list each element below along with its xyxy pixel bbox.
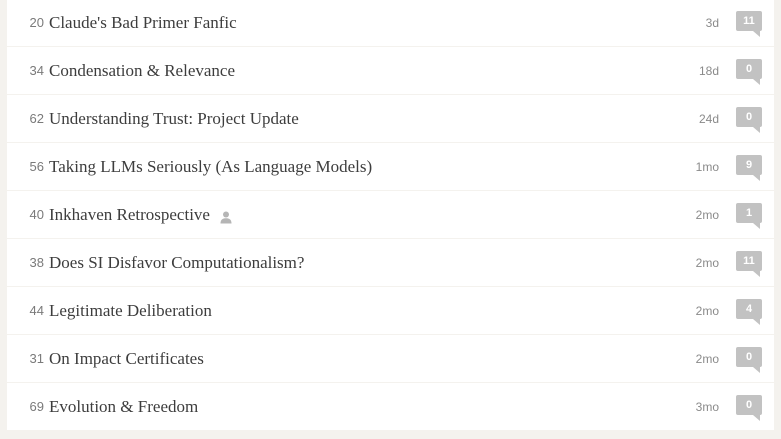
- post-title-text[interactable]: Evolution & Freedom: [49, 397, 198, 417]
- comment-bubble-icon: [753, 367, 760, 373]
- comment-count[interactable]: 11: [736, 11, 762, 31]
- comment-bubble-icon: [753, 31, 760, 37]
- comment-count[interactable]: 0: [736, 347, 762, 367]
- post-title-link[interactable]: Legitimate Deliberation: [49, 301, 212, 321]
- comment-count-button[interactable]: 1: [736, 203, 762, 229]
- post-title-text[interactable]: Taking LLMs Seriously (As Language Model…: [49, 157, 372, 177]
- post-title-text[interactable]: Understanding Trust: Project Update: [49, 109, 299, 129]
- post-list: 20 Claude's Bad Primer Fanfic 3d 11 34 C…: [7, 0, 774, 431]
- comment-count-button[interactable]: 0: [736, 107, 762, 133]
- comment-count[interactable]: 11: [736, 251, 762, 271]
- comment-count-button[interactable]: 0: [736, 347, 762, 373]
- karma-score: 56: [29, 159, 44, 174]
- person-icon: [220, 209, 232, 224]
- post-title-text[interactable]: Condensation & Relevance: [49, 61, 235, 81]
- post-title-text[interactable]: On Impact Certificates: [49, 349, 204, 369]
- post-title-link[interactable]: Evolution & Freedom: [49, 397, 198, 417]
- post-title-text[interactable]: Does SI Disfavor Computationalism?: [49, 253, 304, 273]
- comment-count[interactable]: 4: [736, 299, 762, 319]
- post-title-link[interactable]: Inkhaven Retrospective: [49, 205, 232, 225]
- post-item[interactable]: 31 On Impact Certificates 2mo 0: [7, 335, 774, 382]
- comment-count[interactable]: 0: [736, 107, 762, 127]
- comment-bubble-icon: [753, 223, 760, 229]
- karma-score: 34: [29, 63, 44, 78]
- karma-score: 44: [29, 303, 44, 318]
- comment-count-button[interactable]: 0: [736, 395, 762, 421]
- comment-bubble-icon: [753, 271, 760, 277]
- comment-count-button[interactable]: 9: [736, 155, 762, 181]
- post-date: 18d: [698, 63, 719, 78]
- post-date: 3d: [705, 15, 719, 30]
- post-title-text[interactable]: Claude's Bad Primer Fanfic: [49, 13, 237, 33]
- post-item[interactable]: 56 Taking LLMs Seriously (As Language Mo…: [7, 143, 774, 190]
- comment-bubble-icon: [753, 127, 760, 133]
- comment-count[interactable]: 9: [736, 155, 762, 175]
- comment-bubble-icon: [753, 319, 760, 325]
- post-title-link[interactable]: Claude's Bad Primer Fanfic: [49, 13, 237, 33]
- post-item[interactable]: 20 Claude's Bad Primer Fanfic 3d 11: [7, 0, 774, 46]
- karma-score: 40: [29, 207, 44, 222]
- comment-bubble-icon: [753, 175, 760, 181]
- karma-score: 31: [29, 351, 44, 366]
- post-date: 2mo: [695, 351, 719, 366]
- post-title-text[interactable]: Legitimate Deliberation: [49, 301, 212, 321]
- post-date: 2mo: [695, 255, 719, 270]
- post-title-text[interactable]: Inkhaven Retrospective: [49, 205, 210, 225]
- post-item[interactable]: 40 Inkhaven Retrospective 2mo 1: [7, 191, 774, 238]
- post-item[interactable]: 69 Evolution & Freedom 3mo 0: [7, 383, 774, 430]
- karma-score: 38: [29, 255, 44, 270]
- post-item[interactable]: 38 Does SI Disfavor Computationalism? 2m…: [7, 239, 774, 286]
- comment-count[interactable]: 1: [736, 203, 762, 223]
- post-title-link[interactable]: Taking LLMs Seriously (As Language Model…: [49, 157, 372, 177]
- post-item[interactable]: 34 Condensation & Relevance 18d 0: [7, 47, 774, 94]
- post-date: 1mo: [695, 159, 719, 174]
- comment-count-button[interactable]: 4: [736, 299, 762, 325]
- post-date: 24d: [698, 111, 719, 126]
- comment-count[interactable]: 0: [736, 395, 762, 415]
- comment-bubble-icon: [753, 415, 760, 421]
- post-item[interactable]: 44 Legitimate Deliberation 2mo 4: [7, 287, 774, 334]
- post-date: 3mo: [695, 399, 719, 414]
- comment-count-button[interactable]: 11: [736, 251, 762, 277]
- comment-count[interactable]: 0: [736, 59, 762, 79]
- post-date: 2mo: [695, 207, 719, 222]
- post-item[interactable]: 62 Understanding Trust: Project Update 2…: [7, 95, 774, 142]
- karma-score: 69: [29, 399, 44, 414]
- karma-score: 20: [29, 15, 44, 30]
- post-title-link[interactable]: On Impact Certificates: [49, 349, 204, 369]
- post-title-link[interactable]: Condensation & Relevance: [49, 61, 235, 81]
- comment-count-button[interactable]: 0: [736, 59, 762, 85]
- post-title-link[interactable]: Does SI Disfavor Computationalism?: [49, 253, 304, 273]
- comment-bubble-icon: [753, 79, 760, 85]
- post-title-link[interactable]: Understanding Trust: Project Update: [49, 109, 299, 129]
- post-date: 2mo: [695, 303, 719, 318]
- karma-score: 62: [29, 111, 44, 126]
- comment-count-button[interactable]: 11: [736, 11, 762, 37]
